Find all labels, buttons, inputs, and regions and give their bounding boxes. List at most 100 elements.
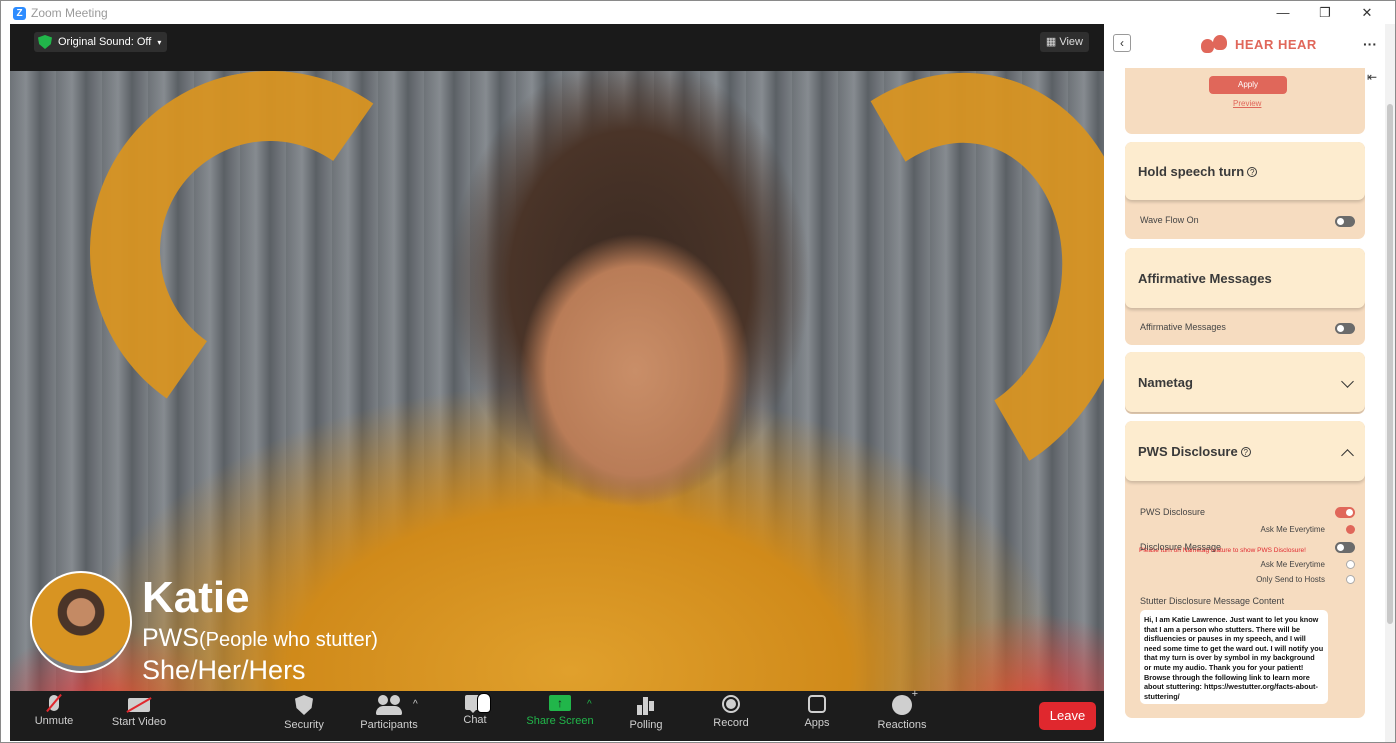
nametag-pws-main: PWS (142, 624, 199, 652)
panel-header: ‹ HEAR HEAR ··· (1105, 24, 1385, 68)
hold-speech-card: Hold speech turn? Wave Flow On (1125, 142, 1365, 239)
nametag-header[interactable]: Nametag (1125, 352, 1365, 412)
ask-me-everytime-radio-2[interactable] (1346, 560, 1355, 569)
help-icon[interactable]: ? (1240, 447, 1251, 457)
security-label: Security (284, 719, 324, 731)
view-label: View (1059, 36, 1083, 48)
pws-disclosure-label: PWS Disclosure (1140, 507, 1206, 517)
close-button[interactable]: ✕ (1355, 4, 1379, 22)
pws-disclosure-toggle[interactable] (1335, 507, 1355, 518)
apps-button[interactable]: Apps (777, 695, 857, 739)
meeting-area: Original Sound: Off ▾ ▦ View Katie PWS(P… (10, 24, 1104, 741)
share-screen-label: Share Screen (526, 715, 594, 727)
nametag-title: Nametag (1138, 375, 1193, 390)
start-video-label: Start Video (111, 716, 167, 728)
panel-scrollbar[interactable] (1385, 24, 1395, 742)
only-send-to-hosts-radio[interactable] (1346, 575, 1355, 584)
pws-disclosure-title: PWS Disclosure? (1138, 444, 1251, 459)
brand: HEAR HEAR (1201, 35, 1317, 53)
shield-icon (295, 695, 313, 715)
minimize-button[interactable]: — (1271, 4, 1295, 22)
participants-caret-icon[interactable]: ^ (413, 699, 418, 710)
polling-button[interactable]: Polling (606, 695, 686, 739)
security-button[interactable]: Security (264, 695, 344, 739)
unmute-button[interactable]: Unmute (14, 695, 94, 739)
chevron-up-icon[interactable] (1341, 449, 1354, 462)
share-screen-caret-icon[interactable]: ^ (587, 699, 592, 710)
ask-me-everytime-label-2: Ask Me Everytime (1260, 560, 1325, 569)
title-bar: Z Zoom Meeting — ❐ ✕ (1, 1, 1395, 24)
wave-flow-toggle[interactable] (1335, 216, 1355, 227)
nametag-pws-sub: (People who stutter) (198, 629, 378, 651)
preview-link[interactable]: Preview (1233, 99, 1261, 108)
back-button[interactable]: ‹ (1113, 34, 1131, 52)
scrollbar-thumb[interactable] (1387, 104, 1393, 624)
hold-speech-title: Hold speech turn? (1138, 164, 1258, 179)
reactions-button[interactable]: Reactions (862, 688, 942, 739)
wave-flow-label: Wave Flow On (1140, 215, 1199, 225)
window-title: Zoom Meeting (31, 6, 108, 20)
apply-button[interactable]: Apply (1209, 76, 1287, 94)
record-label: Record (713, 717, 749, 729)
chevron-down-icon[interactable] (1341, 375, 1354, 388)
polling-label: Polling (629, 719, 663, 731)
video-figure-arm-left (61, 71, 479, 460)
zoom-logo-icon: Z (13, 7, 26, 20)
brand-name: HEAR HEAR (1235, 36, 1317, 52)
meeting-toolbar: Unmute Start Video Security Participants… (10, 688, 1104, 741)
affirmative-toggle-label: Affirmative Messages (1140, 322, 1226, 332)
shield-check-icon (38, 35, 52, 49)
caret-down-icon: ▾ (157, 37, 162, 47)
disclosure-message-textarea[interactable]: Hi, I am Katie Lawrence. Just want to le… (1140, 610, 1328, 704)
help-icon[interactable]: ? (1247, 167, 1258, 177)
collapse-panel-icon[interactable]: ⇤ (1367, 70, 1377, 84)
hand-cursor-icon (477, 693, 491, 713)
apps-icon (808, 695, 826, 713)
reactions-label: Reactions (877, 719, 927, 731)
pws-disclosure-header[interactable]: PWS Disclosure? (1125, 421, 1365, 481)
start-video-button[interactable]: Start Video (99, 695, 179, 739)
hear-hear-logo-icon (1201, 35, 1229, 53)
participants-label: Participants (360, 719, 418, 731)
video-off-icon (128, 698, 150, 712)
grid-icon: ▦ (1045, 36, 1057, 48)
maximize-button[interactable]: ❐ (1313, 4, 1337, 22)
more-options-icon[interactable]: ··· (1363, 36, 1377, 52)
view-button[interactable]: ▦ View (1039, 32, 1089, 52)
video-figure-arm-right (721, 71, 1104, 531)
chat-button[interactable]: Chat (435, 695, 515, 739)
hold-speech-title-text: Hold speech turn (1138, 164, 1245, 179)
nametag-pws: PWS(People who stutter) (142, 624, 378, 653)
only-send-to-hosts-label: Only Send to Hosts (1256, 575, 1325, 584)
message-content-label: Stutter Disclosure Message Content (1140, 596, 1285, 606)
disclosure-message-label: Disclosure Message (1140, 542, 1222, 552)
unmute-label: Unmute (34, 715, 74, 727)
participants-icon (376, 695, 402, 715)
ask-me-everytime-radio-1[interactable] (1346, 525, 1355, 534)
zoom-window: Z Zoom Meeting — ❐ ✕ Original Sound: Off… (0, 0, 1396, 743)
original-sound-button[interactable]: Original Sound: Off ▾ (34, 32, 168, 52)
record-icon (722, 695, 740, 713)
share-screen-icon: ↑ (549, 695, 571, 711)
participant-video: Katie PWS(People who stutter) She/Her/He… (10, 71, 1104, 691)
affirmative-title: Affirmative Messages (1138, 271, 1272, 286)
ask-me-everytime-label-1: Ask Me Everytime (1260, 525, 1325, 534)
nametag-overlay: Katie PWS(People who stutter) She/Her/He… (30, 571, 450, 691)
nametag-role: UX Designer in NYC (30, 686, 285, 691)
meeting-top-bar: Original Sound: Off ▾ ▦ View (10, 24, 1104, 71)
affirmative-toggle[interactable] (1335, 323, 1355, 334)
muted-microphone-icon (49, 695, 59, 711)
hold-speech-header[interactable]: Hold speech turn? (1125, 142, 1365, 200)
nametag-name: Katie (142, 573, 250, 622)
affirmative-header[interactable]: Affirmative Messages (1125, 248, 1365, 308)
pws-disclosure-title-text: PWS Disclosure (1138, 444, 1238, 459)
affirmative-card: Affirmative Messages Affirmative Message… (1125, 248, 1365, 345)
smiley-icon (892, 688, 918, 715)
leave-button[interactable]: Leave (1039, 702, 1096, 730)
apps-label: Apps (804, 717, 830, 729)
record-button[interactable]: Record (691, 695, 771, 739)
disclosure-message-toggle[interactable] (1335, 542, 1355, 553)
bar-chart-icon (637, 695, 655, 715)
nametag-pronouns: She/Her/Hers (142, 655, 306, 685)
original-sound-label: Original Sound: Off (58, 36, 152, 48)
